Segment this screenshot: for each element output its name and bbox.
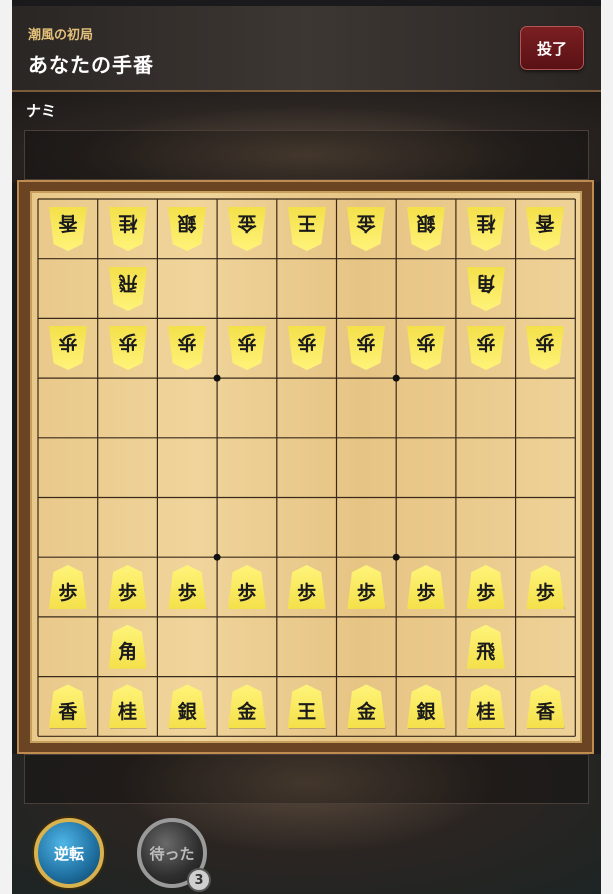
player-piece[interactable]: 歩	[227, 565, 266, 610]
piece-label: 香	[58, 700, 78, 723]
opponent-piece: 金	[347, 207, 385, 251]
right-margin	[601, 0, 613, 894]
star-point	[213, 553, 221, 561]
piece-label: 王	[297, 212, 317, 235]
piece-label: 歩	[177, 331, 197, 354]
piece-label: 角	[118, 641, 138, 664]
match-subtitle: 潮風の初局	[28, 28, 94, 43]
opponent-piece: 歩	[407, 326, 445, 370]
player-piece[interactable]: 歩	[466, 565, 505, 610]
piece-label: 歩	[416, 581, 436, 604]
player-piece[interactable]: 桂	[108, 684, 147, 729]
opponent-piece: 飛	[109, 267, 147, 311]
player-piece[interactable]: 歩	[48, 565, 87, 610]
opponent-name: ナミ	[26, 102, 57, 120]
piece-label: 桂	[476, 212, 496, 235]
left-margin	[0, 0, 12, 894]
piece-label: 歩	[356, 581, 376, 604]
piece-label: 香	[535, 212, 555, 235]
opponent-piece: 金	[228, 207, 266, 251]
piece-label: 歩	[356, 331, 376, 354]
piece-label: 歩	[58, 581, 78, 604]
player-piece[interactable]: 歩	[108, 565, 147, 610]
piece-label: 飛	[118, 272, 138, 295]
opponent-piece: 桂	[467, 207, 505, 251]
player-piece[interactable]: 歩	[347, 565, 386, 610]
player-piece[interactable]: 銀	[168, 684, 207, 729]
opponent-piece: 桂	[109, 207, 147, 251]
player-piece[interactable]: 金	[347, 684, 386, 729]
piece-label: 銀	[177, 212, 197, 235]
star-point	[392, 374, 400, 382]
player-piece[interactable]: 香	[48, 684, 87, 729]
player-piece[interactable]: 歩	[287, 565, 326, 610]
opponent-piece: 銀	[407, 207, 445, 251]
player-piece[interactable]: 王	[287, 684, 326, 729]
piece-label: 歩	[476, 331, 496, 354]
opponent-piece: 銀	[168, 207, 206, 251]
piece-label: 角	[476, 272, 496, 295]
flip-board-button[interactable]: 逆転	[34, 818, 104, 888]
opponent-piece: 角	[467, 267, 505, 311]
piece-label: 香	[535, 700, 555, 723]
star-point	[392, 553, 400, 561]
opponent-captured-area	[24, 130, 589, 180]
player-piece[interactable]: 角	[108, 624, 147, 669]
piece-label: 桂	[476, 700, 496, 723]
piece-label: 歩	[476, 581, 496, 604]
turn-title: あなたの手番	[28, 53, 154, 77]
piece-label: 歩	[297, 331, 317, 354]
player-piece[interactable]: 歩	[168, 565, 207, 610]
piece-label: 歩	[237, 581, 257, 604]
player-piece[interactable]: 銀	[407, 684, 446, 729]
piece-label: 桂	[118, 212, 138, 235]
player-panel	[12, 754, 601, 894]
piece-label: 銀	[416, 212, 436, 235]
piece-label: 桂	[118, 700, 138, 723]
piece-label: 歩	[535, 331, 555, 354]
opponent-piece: 王	[288, 207, 326, 251]
piece-label: 歩	[177, 581, 197, 604]
piece-label: 歩	[58, 331, 78, 354]
player-piece[interactable]: 香	[526, 684, 565, 729]
shogi-board[interactable]: 香桂銀金王金銀桂香飛角歩歩歩歩歩歩歩歩歩歩歩歩歩歩歩歩歩歩角飛香桂銀金王金銀桂香	[30, 191, 582, 743]
resign-button[interactable]: 投了	[520, 26, 584, 70]
star-point	[213, 374, 221, 382]
game-header: 潮風の初局 あなたの手番 投了	[12, 6, 601, 92]
piece-label: 金	[356, 212, 376, 235]
player-piece[interactable]: 桂	[466, 684, 505, 729]
player-piece[interactable]: 歩	[407, 565, 446, 610]
piece-label: 金	[237, 700, 257, 723]
opponent-piece: 歩	[168, 326, 206, 370]
opponent-piece: 香	[526, 207, 564, 251]
player-piece[interactable]: 金	[227, 684, 266, 729]
opponent-piece: 歩	[288, 326, 326, 370]
player-piece[interactable]: 歩	[526, 565, 565, 610]
player-captured-area	[24, 754, 589, 804]
opponent-panel: ナミ	[12, 92, 601, 182]
piece-label: 歩	[416, 331, 436, 354]
piece-label: 歩	[297, 581, 317, 604]
piece-label: 王	[297, 700, 317, 723]
opponent-piece: 歩	[49, 326, 87, 370]
opponent-piece: 歩	[109, 326, 147, 370]
piece-label: 金	[237, 212, 257, 235]
opponent-piece: 香	[49, 207, 87, 251]
piece-label: 香	[58, 212, 78, 235]
piece-label: 歩	[535, 581, 555, 604]
piece-label: 銀	[177, 700, 197, 723]
opponent-piece: 歩	[526, 326, 564, 370]
opponent-piece: 歩	[228, 326, 266, 370]
player-piece[interactable]: 飛	[466, 624, 505, 669]
piece-label: 歩	[118, 581, 138, 604]
piece-label: 飛	[476, 641, 496, 664]
piece-label: 金	[356, 700, 376, 723]
piece-label: 歩	[118, 331, 138, 354]
piece-label: 銀	[416, 700, 436, 723]
piece-label: 歩	[237, 331, 257, 354]
undo-count-badge: 3	[187, 868, 211, 892]
opponent-piece: 歩	[467, 326, 505, 370]
opponent-piece: 歩	[347, 326, 385, 370]
